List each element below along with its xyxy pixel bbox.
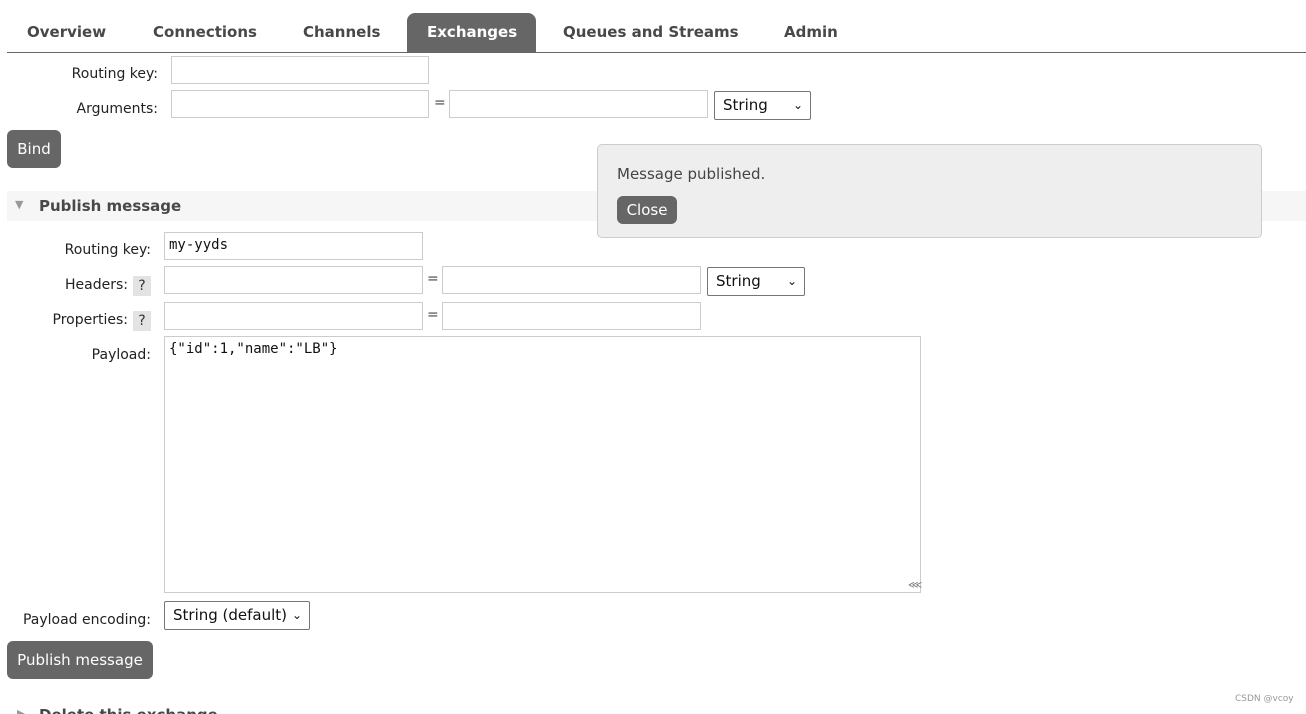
publish-message-button[interactable]: Publish message — [7, 641, 153, 679]
resize-handle-icon[interactable]: ⋘ — [908, 580, 922, 591]
select-value: String — [716, 272, 761, 290]
header-value-input[interactable] — [442, 266, 701, 294]
bind-arguments-label: Arguments: — [76, 101, 158, 117]
payload-label: Payload: — [91, 347, 151, 363]
tab-channels[interactable]: Channels — [283, 13, 400, 52]
properties-help-button[interactable]: ? — [133, 311, 151, 331]
headers-label: Headers: — [65, 277, 128, 293]
header-key-input[interactable] — [164, 266, 423, 294]
properties-label: Properties: — [52, 312, 128, 328]
bind-routing-key-input[interactable] — [171, 56, 429, 84]
equals-sign: = — [434, 95, 446, 111]
notification-popup: Message published. Close — [597, 144, 1262, 238]
bind-button[interactable]: Bind — [7, 130, 61, 168]
select-value: String — [723, 96, 768, 114]
payload-encoding-label: Payload encoding: — [22, 612, 151, 628]
header-type-select[interactable]: String ⌄ — [707, 267, 805, 296]
property-value-input[interactable] — [442, 302, 701, 330]
chevron-down-icon: ⌄ — [792, 98, 803, 112]
delete-exchange-section-header[interactable]: ▶ Delete this exchange — [7, 705, 407, 714]
payload-encoding-select[interactable]: String (default) ⌄ — [164, 601, 310, 630]
equals-sign: = — [427, 307, 439, 323]
triangle-right-icon: ▶ — [17, 707, 26, 714]
tab-connections[interactable]: Connections — [133, 13, 277, 52]
tab-admin[interactable]: Admin — [764, 13, 858, 52]
payload-textarea[interactable]: {"id":1,"name":"LB"} — [164, 336, 921, 593]
close-button[interactable]: Close — [617, 196, 677, 224]
watermark: CSDN @vcoy — [1235, 694, 1294, 704]
chevron-down-icon: ⌄ — [786, 274, 797, 288]
section-title: Publish message — [39, 197, 182, 215]
notification-message: Message published. — [617, 165, 766, 183]
tab-exchanges[interactable]: Exchanges — [407, 13, 536, 52]
select-value: String (default) — [173, 606, 288, 624]
bind-argument-type-select[interactable]: String ⌄ — [714, 91, 811, 120]
bind-argument-key-input[interactable] — [171, 90, 429, 118]
bind-routing-key-label: Routing key: — [71, 66, 158, 82]
equals-sign: = — [427, 271, 439, 287]
routing-key-label: Routing key: — [64, 242, 151, 258]
main-nav: Overview Connections Channels Exchanges … — [7, 13, 1306, 53]
tab-overview[interactable]: Overview — [7, 13, 126, 52]
property-key-input[interactable] — [164, 302, 423, 330]
chevron-down-icon: ⌄ — [291, 608, 302, 622]
section-title: Delete this exchange — [39, 706, 218, 714]
triangle-down-icon: ▼ — [15, 198, 24, 211]
bind-argument-value-input[interactable] — [449, 90, 708, 118]
headers-help-button[interactable]: ? — [133, 276, 151, 296]
routing-key-input[interactable]: my-yyds — [164, 232, 423, 260]
tab-queues-and-streams[interactable]: Queues and Streams — [543, 13, 759, 52]
